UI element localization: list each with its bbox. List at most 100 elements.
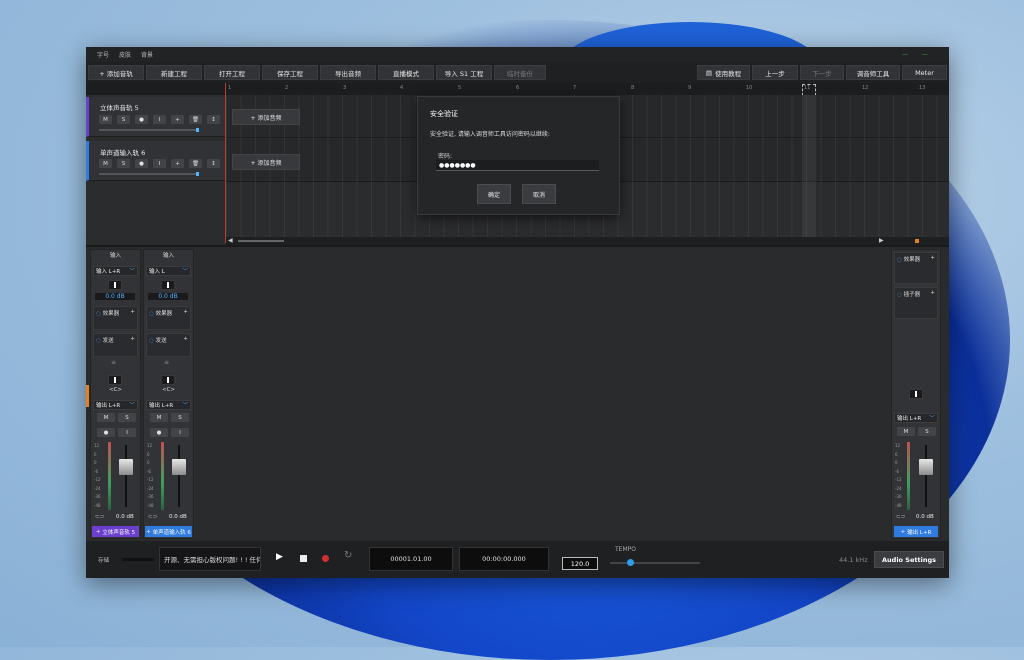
new-project-button[interactable]: 新建工程 — [146, 65, 202, 80]
move-icon[interactable]: ↕ — [207, 159, 220, 168]
temp-backup-button[interactable]: 临时备份 — [494, 65, 546, 80]
link-icon[interactable]: ⊂⊃ — [95, 514, 104, 520]
power-icon: ◌ — [96, 338, 101, 344]
monitor-button[interactable]: I — [153, 159, 166, 168]
pan-knob[interactable] — [161, 375, 175, 385]
meter-button[interactable]: Meter — [902, 65, 947, 80]
move-icon[interactable]: ↕ — [207, 115, 220, 124]
drag-handle-icon[interactable]: ≡ — [164, 360, 174, 366]
record-arm-button[interactable]: ● — [135, 159, 148, 168]
send-slot[interactable]: ◌ 发送 + — [146, 333, 191, 357]
master-volume-fader[interactable] — [919, 459, 933, 475]
ruler-tick: 1 — [228, 85, 232, 91]
monitor-button[interactable]: I — [153, 115, 166, 124]
horizontal-scrollbar[interactable] — [226, 237, 949, 245]
pan-knob[interactable] — [108, 375, 122, 385]
track-name[interactable]: 单声道输入轨 6 — [100, 147, 145, 157]
volume-slider[interactable] — [99, 128, 199, 132]
volume-fader[interactable] — [119, 459, 133, 475]
live-mode-button[interactable]: 直播模式 — [378, 65, 434, 80]
power-icon: ◌ — [149, 311, 154, 317]
stop-icon[interactable] — [300, 555, 307, 562]
master-plugin-slot[interactable]: ◌ 插子器 + — [894, 287, 938, 319]
solo-button[interactable]: S — [171, 413, 189, 422]
volume-fader[interactable] — [172, 459, 186, 475]
tempo-slider[interactable] — [610, 559, 700, 566]
playhead[interactable] — [225, 83, 226, 243]
add-audio-button[interactable]: + 添加音频 — [232, 154, 300, 170]
trash-icon[interactable]: 🗑 — [189, 115, 202, 124]
drag-handle-icon[interactable]: ≡ — [111, 360, 121, 366]
fx-slot[interactable]: ◌ 效果器 + — [146, 306, 191, 330]
title-bar — [86, 47, 949, 62]
volume-slider[interactable] — [99, 172, 199, 176]
scroll-right-icon[interactable]: ▶ — [879, 237, 884, 244]
pan-value: <C> — [161, 387, 176, 393]
mute-button[interactable]: M — [150, 413, 168, 422]
menu-background[interactable]: 背景 — [141, 50, 153, 59]
mute-button[interactable]: M — [99, 159, 112, 168]
solo-button[interactable]: S — [117, 159, 130, 168]
audio-settings-button[interactable]: Audio Settings — [874, 551, 944, 568]
cancel-button[interactable]: 取消 — [522, 184, 556, 204]
input-select[interactable]: 输入 L+R ﹀ — [93, 266, 138, 276]
master-channel-name[interactable]: + 输出 L+R — [894, 526, 938, 537]
loop-icon[interactable]: ↻ — [344, 550, 352, 561]
monitor-button[interactable]: I — [118, 428, 136, 437]
input-header: 输入 — [162, 253, 174, 259]
send-slot[interactable]: ◌ 发送 + — [93, 333, 138, 357]
add-track-button[interactable]: + 添加音轨 — [88, 65, 144, 80]
mute-button[interactable]: M — [99, 115, 112, 124]
link-icon[interactable]: ⊂⊃ — [896, 514, 905, 520]
link-icon[interactable]: ⊂⊃ — [148, 514, 157, 520]
fx-slot[interactable]: ◌ 效果器 + — [93, 306, 138, 330]
engineer-tools-button[interactable]: 调音师工具 — [846, 65, 900, 80]
gain-knob[interactable] — [108, 280, 122, 290]
record-icon[interactable] — [322, 555, 329, 562]
save-project-button[interactable]: 保存工程 — [262, 65, 318, 80]
tutorial-button[interactable]: ▤ 使用教程 — [697, 65, 750, 80]
gain-knob[interactable] — [161, 280, 175, 290]
add-audio-button[interactable]: + 添加音频 — [232, 109, 300, 125]
input-select[interactable]: 输入 L ﹀ — [146, 266, 191, 276]
add-button[interactable]: + — [171, 115, 184, 124]
scroll-left-icon[interactable]: ◀ — [228, 237, 233, 244]
menu-font-size[interactable]: 字号 — [97, 50, 109, 59]
add-button[interactable]: + — [171, 159, 184, 168]
undo-button[interactable]: 上一步 — [752, 65, 798, 80]
solo-button[interactable]: S — [118, 413, 136, 422]
scrollbar-thumb[interactable] — [238, 240, 284, 242]
master-solo-button[interactable]: S — [918, 427, 936, 436]
password-input[interactable]: ●●●●●●● — [436, 160, 599, 171]
mute-button[interactable]: M — [97, 413, 115, 422]
bars-counter[interactable]: 00001.01.00 — [369, 547, 453, 571]
output-select[interactable]: 输出 L+R ﹀ — [93, 400, 138, 410]
minimize-icon[interactable]: — — [902, 51, 910, 58]
channel-name[interactable]: + 立体声音轨 5 — [92, 526, 139, 537]
solo-button[interactable]: S — [117, 115, 130, 124]
master-output-select[interactable]: 输出 L+R ﹀ — [894, 413, 938, 423]
ruler-tick: 5 — [458, 85, 462, 91]
trash-icon[interactable]: 🗑 — [189, 159, 202, 168]
tempo-input[interactable]: 120.0 — [562, 557, 598, 570]
channel-name[interactable]: + 单声道输入轨 6 — [145, 526, 192, 537]
record-arm-button[interactable]: ● — [135, 115, 148, 124]
output-select[interactable]: 输出 L+R ﹀ — [146, 400, 191, 410]
time-counter[interactable]: 00:00:00.000 — [459, 547, 549, 571]
master-pan-knob[interactable] — [909, 389, 923, 399]
maximize-icon[interactable]: — — [922, 51, 930, 58]
redo-button[interactable]: 下一步 — [800, 65, 844, 80]
monitor-button[interactable]: I — [171, 428, 189, 437]
export-audio-button[interactable]: 导出音频 — [320, 65, 376, 80]
ruler-tick: 10 — [746, 85, 753, 91]
master-mute-button[interactable]: M — [897, 427, 915, 436]
record-arm-button[interactable]: ● — [97, 428, 115, 437]
confirm-button[interactable]: 确定 — [477, 184, 511, 204]
record-arm-button[interactable]: ● — [150, 428, 168, 437]
play-icon[interactable]: ▶ — [276, 552, 283, 562]
open-project-button[interactable]: 打开工程 — [204, 65, 260, 80]
import-s1-button[interactable]: 导入 S1 工程 — [436, 65, 492, 80]
master-fx-slot[interactable]: ◌ 效果器 + — [894, 252, 938, 284]
menu-skin[interactable]: 皮肤 — [119, 50, 131, 59]
track-name[interactable]: 立体声音轨 5 — [100, 102, 139, 112]
